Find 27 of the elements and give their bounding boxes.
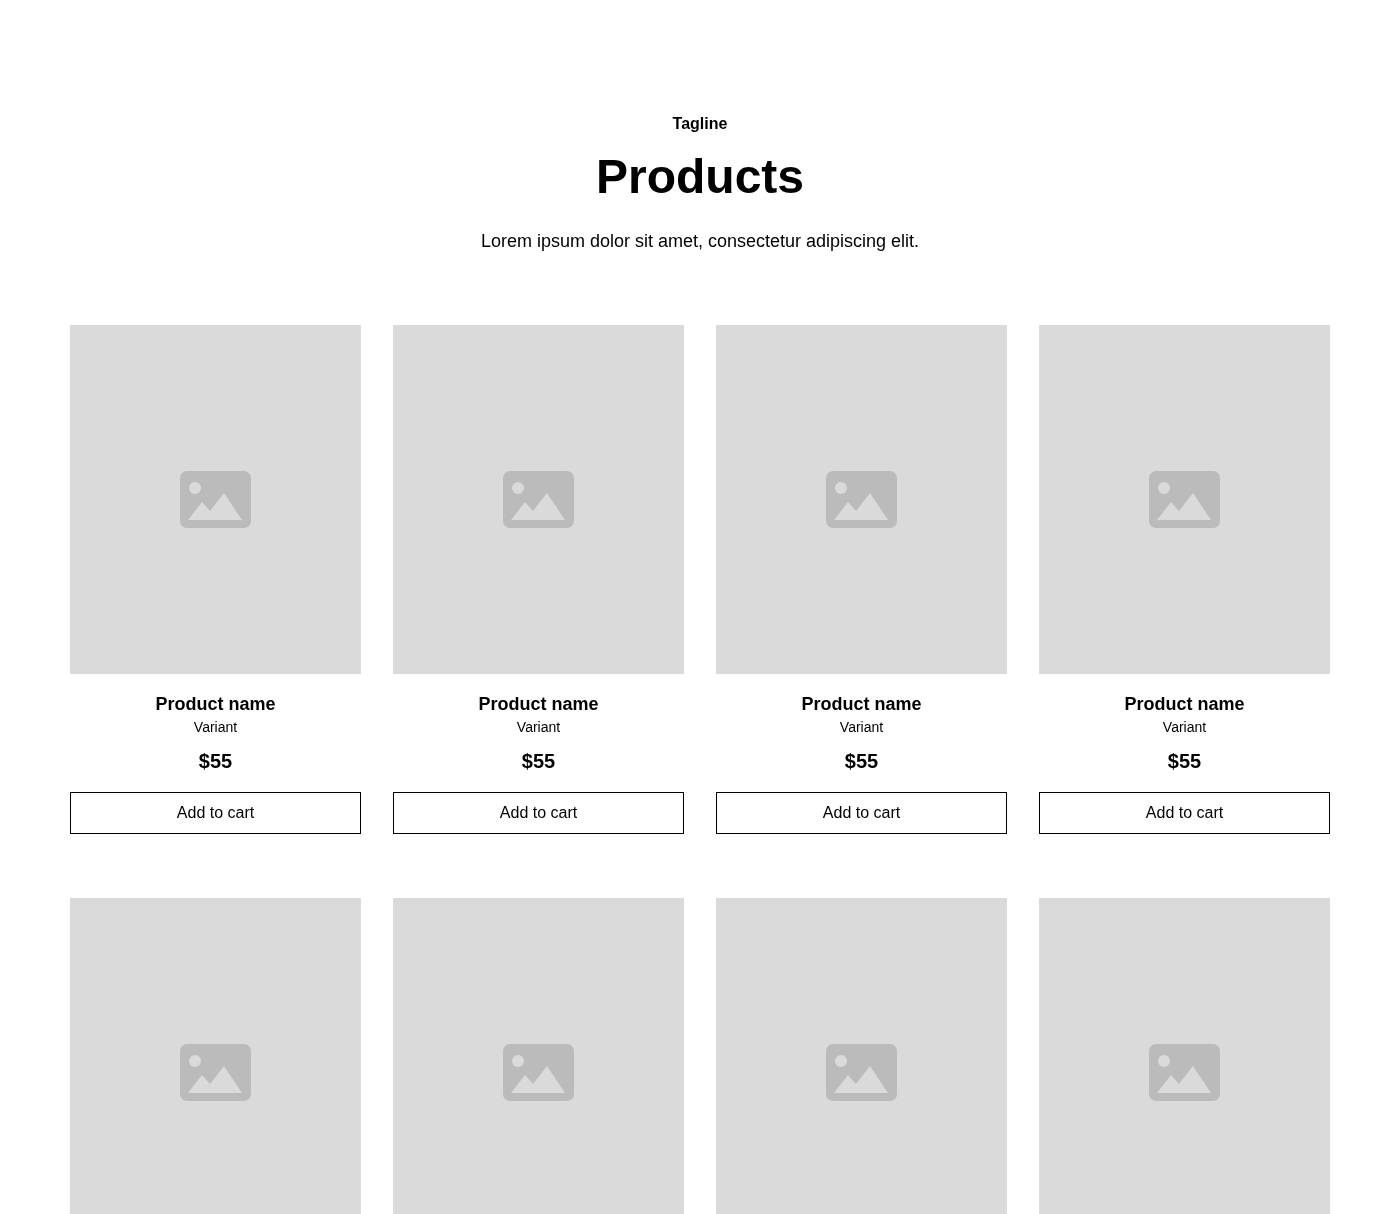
- product-price: $55: [521, 749, 556, 774]
- product-name: Product name: [1124, 693, 1245, 715]
- add-to-cart-button[interactable]: Add to cart: [716, 792, 1007, 834]
- image-icon: [826, 471, 897, 528]
- add-to-cart-button[interactable]: Add to cart: [70, 792, 361, 834]
- product-variant: Variant: [1162, 718, 1207, 736]
- image-icon: [503, 1044, 574, 1101]
- product-variant: Variant: [193, 718, 238, 736]
- image-icon: [503, 471, 574, 528]
- image-icon: [180, 1044, 251, 1101]
- product-price: $55: [198, 749, 233, 774]
- product-variant: Variant: [839, 718, 884, 736]
- product-name: Product name: [155, 693, 276, 715]
- product-name: Product name: [801, 693, 922, 715]
- page-title: Products: [596, 149, 804, 205]
- product-name: Product name: [478, 693, 599, 715]
- image-icon: [1149, 1044, 1220, 1101]
- image-icon: [1149, 471, 1220, 528]
- image-icon: [826, 1044, 897, 1101]
- tagline: Tagline: [672, 114, 728, 134]
- add-to-cart-button[interactable]: Add to cart: [393, 792, 684, 834]
- product-variant: Variant: [516, 718, 561, 736]
- image-icon: [180, 471, 251, 528]
- product-price: $55: [844, 749, 879, 774]
- description: Lorem ipsum dolor sit amet, consectetur adipiscing elit.: [480, 230, 920, 253]
- add-to-cart-button[interactable]: Add to cart: [1039, 792, 1330, 834]
- product-price: $55: [1167, 749, 1202, 774]
